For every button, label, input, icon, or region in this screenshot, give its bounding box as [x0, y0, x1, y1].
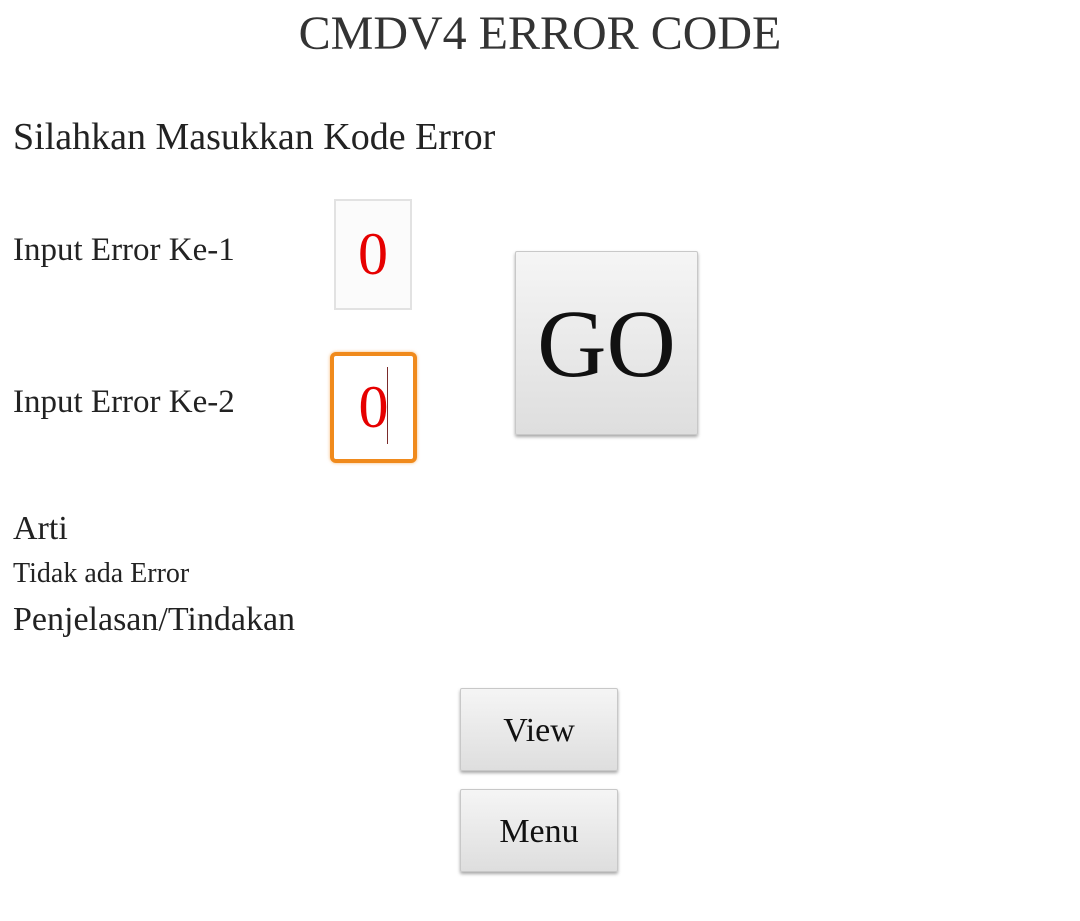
- page-subtitle: Silahkan Masukkan Kode Error: [13, 116, 496, 158]
- page-title: CMDV4 ERROR CODE: [298, 7, 782, 60]
- text-cursor: [387, 367, 388, 444]
- view-button[interactable]: View: [460, 688, 618, 771]
- penjelasan-label: Penjelasan/Tindakan: [13, 601, 296, 638]
- input-error-1-field[interactable]: 0: [334, 199, 412, 310]
- arti-label: Arti: [13, 510, 68, 547]
- input-error-2-label: Input Error Ke-2: [13, 384, 235, 420]
- input-error-1-label: Input Error Ke-1: [13, 232, 235, 268]
- input-error-2-field[interactable]: 0: [330, 352, 417, 463]
- menu-button[interactable]: Menu: [460, 789, 618, 872]
- go-button[interactable]: GO: [515, 251, 698, 435]
- arti-value: Tidak ada Error: [13, 558, 190, 589]
